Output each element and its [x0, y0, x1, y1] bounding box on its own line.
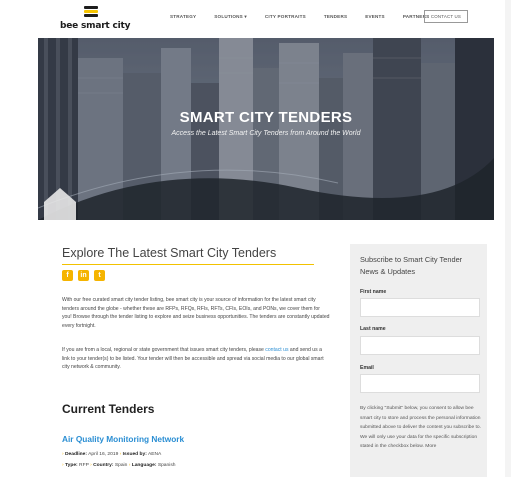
type-value: RFP: [79, 463, 89, 468]
logo-text: bee smart city: [60, 21, 131, 31]
site-header: bee smart city STRATEGY SOLUTIONS ▾ CITY…: [0, 0, 511, 38]
tender-meta-line-1: › Deadline: April 16, 2019 › Issued by: …: [62, 452, 161, 457]
deadline-value: April 16, 2019: [88, 452, 119, 457]
page-scrollbar[interactable]: [505, 0, 511, 477]
subscribe-title: Subscribe to Smart City Tender News & Up…: [360, 255, 463, 276]
title-divider: [62, 264, 314, 265]
nav-item-tenders[interactable]: TENDERS: [324, 14, 347, 20]
tender-meta-line-2: › Type: RFP › Country: Spain › Language:…: [62, 463, 176, 468]
first-name-label: First name: [360, 289, 387, 295]
deadline-label: Deadline:: [65, 452, 88, 457]
issued-label: Issued by:: [122, 452, 147, 457]
email-field[interactable]: [360, 374, 480, 393]
nav-item-city-portraits[interactable]: CITY PORTRAITS: [265, 14, 306, 20]
contact-us-button[interactable]: CONTACT US: [424, 10, 468, 23]
type-label: Type:: [65, 463, 78, 468]
tender-title-link[interactable]: Air Quality Monitoring Network: [62, 434, 184, 444]
consent-note: By clicking "Submit" below, you consent …: [360, 406, 481, 450]
language-value: Spanish: [157, 463, 176, 468]
last-name-field[interactable]: [360, 336, 480, 355]
nav-item-strategy[interactable]: STRATEGY: [170, 14, 196, 20]
facebook-icon[interactable]: f: [62, 270, 73, 281]
social-share: f in t: [62, 270, 105, 281]
city-skyline-image: [38, 38, 494, 220]
main-nav: STRATEGY SOLUTIONS ▾ CITY PORTRAITS TEND…: [170, 14, 447, 20]
hero-banner: SMART CITY TENDERS Access the Latest Sma…: [38, 38, 494, 220]
country-value: Spain: [114, 463, 128, 468]
hero-title: SMART CITY TENDERS: [179, 109, 353, 126]
government-paragraph: If you are from a local, regional or sta…: [62, 346, 330, 372]
nav-item-events[interactable]: EVENTS: [365, 14, 385, 20]
country-label: Country:: [93, 463, 114, 468]
issued-value: AENA: [147, 452, 162, 457]
language-label: Language:: [131, 463, 157, 468]
first-name-field[interactable]: [360, 298, 480, 317]
email-label: Email: [360, 365, 374, 371]
intro-paragraph: With our free curated smart city tender …: [62, 297, 330, 329]
para2-text-start: If you are from a local, regional or sta…: [62, 347, 266, 353]
nav-item-solutions[interactable]: SOLUTIONS ▾: [214, 14, 247, 20]
last-name-label: Last name: [360, 326, 386, 332]
current-tenders-heading: Current Tenders: [62, 402, 155, 416]
hero-subtitle: Access the Latest Smart City Tenders fro…: [171, 130, 361, 137]
logo[interactable]: bee smart city: [60, 6, 130, 34]
page-title: Explore The Latest Smart City Tenders: [62, 246, 277, 260]
contact-us-link[interactable]: contact us: [265, 347, 288, 353]
linkedin-icon[interactable]: in: [78, 270, 89, 281]
bee-logo-icon: [84, 6, 98, 19]
twitter-icon[interactable]: t: [94, 270, 105, 281]
